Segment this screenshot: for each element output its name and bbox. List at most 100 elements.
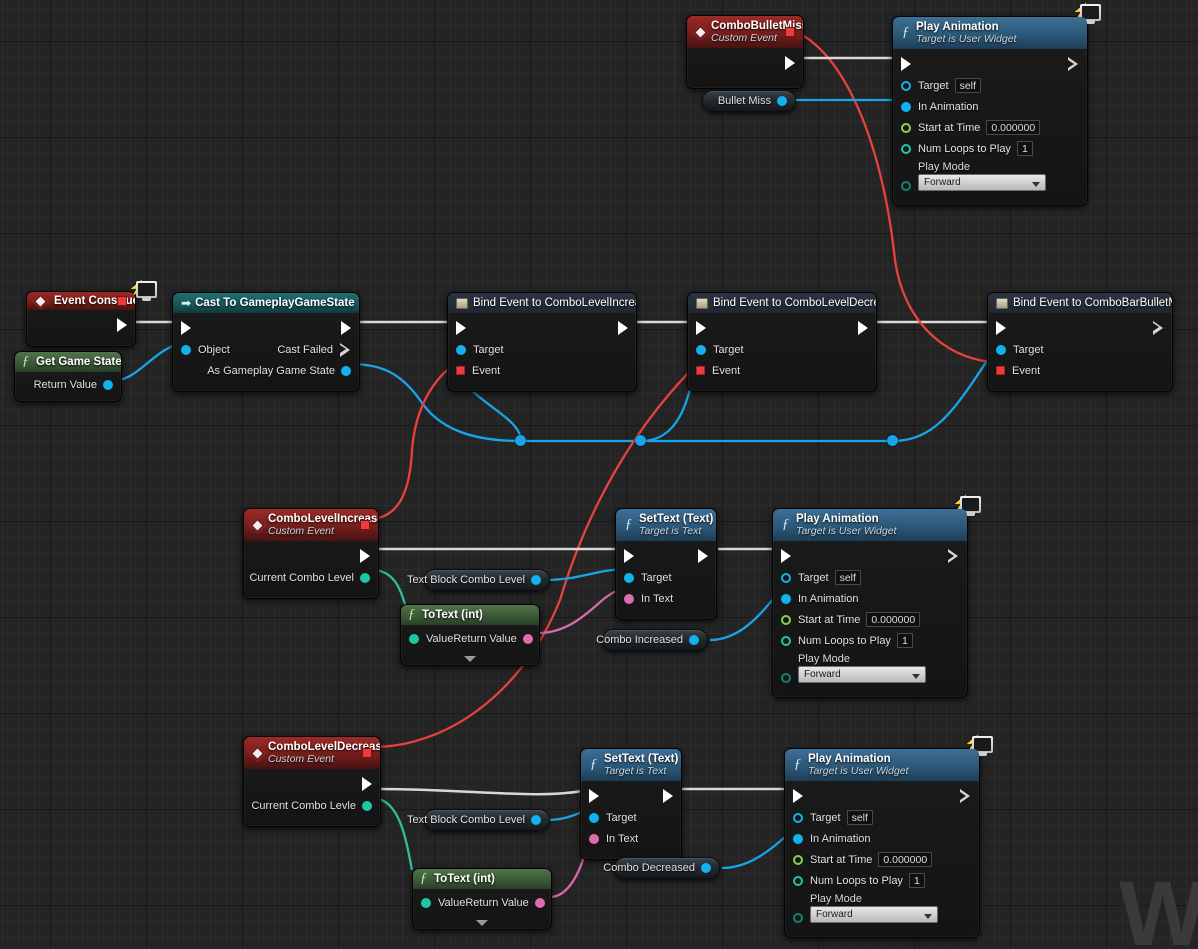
target-pin[interactable] <box>996 344 1006 355</box>
in-animation-pin[interactable] <box>793 833 803 844</box>
start-at-time-pin[interactable] <box>901 122 911 133</box>
target-pin[interactable] <box>696 344 706 355</box>
exec-output-pin[interactable] <box>618 321 628 335</box>
object-pin[interactable] <box>181 344 191 355</box>
target-pin[interactable] <box>901 80 911 91</box>
exec-output-pin[interactable] <box>1068 57 1079 72</box>
variable-getter-combo-decreased[interactable]: Combo Decreased <box>603 857 720 879</box>
in-animation-pin[interactable] <box>781 593 791 604</box>
variable-output-pin[interactable] <box>701 863 711 873</box>
target-pin[interactable] <box>456 344 466 355</box>
in-text-pin[interactable] <box>589 833 599 844</box>
node-play-animation-decreased[interactable]: ⚡ ƒ Play Animation Target is User Widget… <box>784 736 993 939</box>
num-loops-pin[interactable] <box>781 635 791 646</box>
exec-input-pin[interactable] <box>793 789 803 804</box>
variable-getter-text-block-combo-level-1[interactable]: Text Block Combo Level <box>407 569 550 591</box>
reroute-knot-3[interactable] <box>887 435 898 446</box>
return-value-pin[interactable] <box>534 897 545 908</box>
num-loops-input[interactable]: 1 <box>908 873 925 889</box>
expand-node-icon[interactable] <box>464 656 476 662</box>
in-animation-pin[interactable] <box>901 101 911 112</box>
node-combo-bullet-miss[interactable]: ComboBulletMiss Custom Event <box>686 15 804 90</box>
variable-output-pin[interactable] <box>689 635 699 645</box>
target-pin[interactable] <box>589 812 599 823</box>
node-event-construct[interactable]: ⚡ Event Construct <box>26 281 157 347</box>
node-bind-combo-level-decreased[interactable]: Bind Event to ComboLevelDecreased Target… <box>687 292 877 392</box>
target-self-value[interactable]: self <box>834 570 861 586</box>
target-pin[interactable] <box>624 572 634 583</box>
node-combo-level-increased[interactable]: ComboLevelIncreased Custom Event Current… <box>243 508 379 600</box>
return-value-pin[interactable] <box>522 633 533 644</box>
delegate-output-pin[interactable] <box>117 296 127 306</box>
as-gameplay-game-state-pin[interactable] <box>341 365 351 376</box>
exec-input-pin[interactable] <box>456 321 466 335</box>
exec-output-pin[interactable] <box>698 549 708 564</box>
num-loops-input[interactable]: 1 <box>1016 141 1033 157</box>
exec-input-pin[interactable] <box>589 789 599 804</box>
value-pin[interactable] <box>409 633 419 644</box>
exec-input-pin[interactable] <box>781 549 791 564</box>
play-mode-pin[interactable] <box>901 181 911 192</box>
exec-input-pin[interactable] <box>901 57 911 72</box>
value-pin[interactable] <box>421 897 431 908</box>
delegate-output-pin[interactable] <box>360 520 370 531</box>
reroute-knot-1[interactable] <box>515 435 526 446</box>
blueprint-graph-canvas[interactable]: ComboBulletMiss Custom Event ⚡ ƒ Play An… <box>0 0 1198 949</box>
target-pin[interactable] <box>781 572 791 583</box>
expand-node-icon[interactable] <box>476 920 488 926</box>
exec-output-pin[interactable] <box>663 789 673 804</box>
delegate-output-pin[interactable] <box>785 27 795 38</box>
return-value-pin[interactable] <box>103 379 113 390</box>
start-at-time-input[interactable]: 0.000000 <box>986 120 1041 136</box>
exec-output-pin[interactable] <box>785 56 795 71</box>
exec-input-pin[interactable] <box>696 321 706 335</box>
node-bind-combo-level-increased[interactable]: Bind Event to ComboLevelIncreased Target… <box>447 292 637 392</box>
start-at-time-input[interactable]: 0.000000 <box>866 612 921 628</box>
current-combo-level-pin[interactable] <box>362 800 372 811</box>
current-combo-level-pin[interactable] <box>360 572 370 583</box>
play-mode-pin[interactable] <box>781 673 791 684</box>
in-text-pin[interactable] <box>624 593 634 604</box>
node-combo-level-decreased[interactable]: ComboLevelDecreased Custom Event Current… <box>243 736 381 828</box>
node-settext-increased[interactable]: ƒ SetText (Text) Target is Text Target I… <box>615 508 717 621</box>
exec-output-pin[interactable] <box>362 777 372 792</box>
event-delegate-pin[interactable] <box>696 366 705 375</box>
exec-output-pin[interactable] <box>858 321 868 335</box>
exec-input-pin[interactable] <box>996 321 1006 335</box>
target-self-value[interactable]: self <box>846 810 873 826</box>
delegate-output-pin[interactable] <box>362 748 372 759</box>
exec-output-pin[interactable] <box>948 549 959 564</box>
exec-output-pin[interactable] <box>1153 321 1164 335</box>
play-mode-dropdown[interactable]: Forward <box>810 906 938 924</box>
variable-getter-combo-increased[interactable]: Combo Increased <box>596 629 708 651</box>
variable-output-pin[interactable] <box>777 96 787 106</box>
node-play-animation-bullet-miss[interactable]: ⚡ ƒ Play Animation Target is User Widget… <box>892 4 1101 207</box>
node-settext-decreased[interactable]: ƒ SetText (Text) Target is Text Target I… <box>580 748 682 861</box>
variable-getter-bullet-miss[interactable]: Bullet Miss <box>702 90 796 112</box>
node-totext-int-increased[interactable]: ƒ ToText (int) Value Return Value <box>400 604 540 666</box>
variable-getter-text-block-combo-level-2[interactable]: Text Block Combo Level <box>407 809 550 831</box>
exec-input-pin[interactable] <box>624 549 634 564</box>
num-loops-input[interactable]: 1 <box>896 633 913 649</box>
exec-input-pin[interactable] <box>181 321 191 335</box>
play-mode-pin[interactable] <box>793 913 803 924</box>
variable-output-pin[interactable] <box>531 575 541 585</box>
cast-failed-exec-pin[interactable] <box>340 343 351 357</box>
exec-output-pin[interactable] <box>117 318 127 332</box>
start-at-time-pin[interactable] <box>781 614 791 625</box>
node-totext-int-decreased[interactable]: ƒ ToText (int) Value Return Value <box>412 868 552 930</box>
start-at-time-input[interactable]: 0.000000 <box>878 852 933 868</box>
target-pin[interactable] <box>793 812 803 823</box>
exec-output-pin[interactable] <box>360 549 370 564</box>
node-get-game-state[interactable]: ƒ Get Game State Return Value <box>14 351 122 402</box>
variable-output-pin[interactable] <box>531 815 541 825</box>
num-loops-pin[interactable] <box>901 143 911 154</box>
event-delegate-pin[interactable] <box>456 366 465 375</box>
event-delegate-pin[interactable] <box>996 366 1005 375</box>
reroute-knot-2[interactable] <box>635 435 646 446</box>
num-loops-pin[interactable] <box>793 875 803 886</box>
play-mode-dropdown[interactable]: Forward <box>798 666 926 684</box>
play-mode-dropdown[interactable]: Forward <box>918 174 1046 192</box>
target-self-value[interactable]: self <box>954 78 981 94</box>
node-cast-to-gameplay-game-state[interactable]: ➡ Cast To GameplayGameState Object Cast … <box>172 292 360 392</box>
